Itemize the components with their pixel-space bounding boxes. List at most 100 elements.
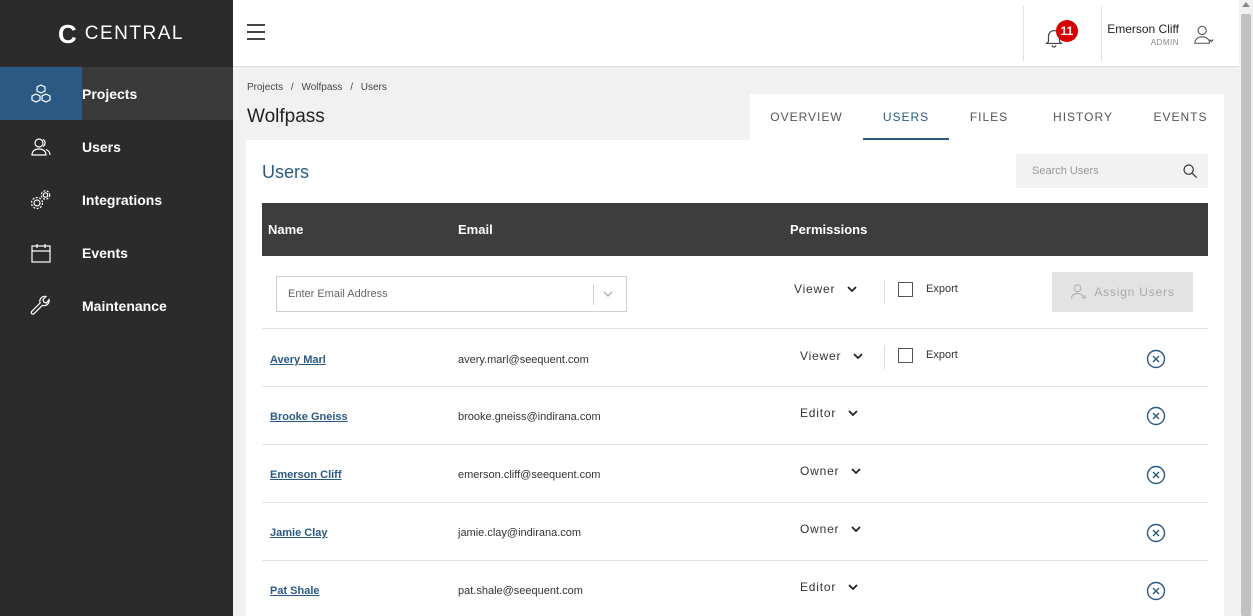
breadcrumb-separator: / xyxy=(290,82,294,93)
remove-user-icon[interactable] xyxy=(1146,465,1166,485)
header-email: Email xyxy=(458,222,493,237)
page-title: Wolfpass xyxy=(247,106,325,127)
user-name: Emerson Cliff xyxy=(1107,22,1179,36)
sidebar-item-label: Integrations xyxy=(82,191,163,208)
user-avatar-icon[interactable] xyxy=(1193,24,1215,46)
sidebar-item-label: Events xyxy=(82,244,128,261)
email-input[interactable] xyxy=(277,288,577,300)
remove-user-icon[interactable] xyxy=(1146,523,1166,543)
remove-user-icon[interactable] xyxy=(1146,349,1166,369)
user-name-link[interactable]: Jamie Clay xyxy=(270,527,327,539)
permission-value: Owner xyxy=(800,522,840,536)
permission-select[interactable]: Viewer xyxy=(794,282,857,296)
user-email: pat.shale@seequent.com xyxy=(458,585,583,597)
app-logo[interactable]: C CENTRAL xyxy=(0,0,233,67)
tab-overview[interactable]: OVERVIEW xyxy=(750,94,863,140)
card-title: Users xyxy=(262,162,310,182)
breadcrumb-projects[interactable]: Projects xyxy=(247,82,283,93)
permission-value: Editor xyxy=(800,580,837,594)
user-email: emerson.cliff@seequent.com xyxy=(458,469,601,481)
header-permissions: Permissions xyxy=(790,222,868,237)
topbar-divider xyxy=(1101,6,1102,61)
email-field[interactable] xyxy=(276,276,627,312)
chevron-down-icon[interactable] xyxy=(603,291,613,298)
chevron-down-icon xyxy=(853,352,863,359)
users-icon xyxy=(0,120,82,173)
chevron-down-icon xyxy=(848,583,858,590)
permission-value: Editor xyxy=(800,406,837,420)
cell-divider xyxy=(884,345,885,369)
add-user-icon xyxy=(1071,284,1087,300)
table-header: Name Email Permissions xyxy=(262,203,1208,256)
page-scrollbar[interactable] xyxy=(1239,0,1253,616)
chevron-down-icon xyxy=(847,285,857,292)
remove-user-icon[interactable] xyxy=(1146,406,1166,426)
user-role: ADMIN xyxy=(1150,38,1179,47)
tab-users[interactable]: USERS xyxy=(863,94,949,140)
gears-icon xyxy=(0,173,82,226)
sidebar-item-label: Users xyxy=(82,138,121,155)
sidebar-item-label: Maintenance xyxy=(82,297,167,314)
table-row: Brooke Gneiss brooke.gneiss@indirana.com… xyxy=(262,387,1208,445)
tab-history[interactable]: HISTORY xyxy=(1029,94,1137,140)
table-row: Avery Marl avery.marl@seequent.com Viewe… xyxy=(262,329,1208,387)
scroll-up-icon[interactable] xyxy=(1242,2,1250,7)
logo-text: CENTRAL xyxy=(84,22,184,44)
permission-select[interactable]: Viewer xyxy=(800,349,863,363)
search-icon[interactable] xyxy=(1182,163,1198,179)
assign-users-label: Assign Users xyxy=(1094,285,1175,299)
permission-value: Viewer xyxy=(800,349,842,363)
cubes-icon xyxy=(0,67,82,120)
chevron-down-icon xyxy=(851,525,861,532)
breadcrumb: Projects / Wolfpass / Users xyxy=(247,82,387,93)
permission-select[interactable]: Owner xyxy=(800,464,861,478)
sidebar-item-projects[interactable]: Projects xyxy=(0,67,233,120)
add-user-row: Viewer Export Assign Users xyxy=(262,256,1208,329)
tab-bar: OVERVIEW USERS FILES HISTORY EVENTS xyxy=(750,94,1224,140)
permission-value: Owner xyxy=(800,464,840,478)
header-name: Name xyxy=(268,222,304,237)
user-email: avery.marl@seequent.com xyxy=(458,354,589,366)
breadcrumb-wolfpass[interactable]: Wolfpass xyxy=(301,82,342,93)
user-name-link[interactable]: Avery Marl xyxy=(270,354,326,366)
sidebar-item-maintenance[interactable]: Maintenance xyxy=(0,279,233,332)
top-bar: 11 Emerson Cliff ADMIN xyxy=(233,0,1239,67)
breadcrumb-separator: / xyxy=(350,82,353,93)
search-box xyxy=(1016,154,1208,188)
chevron-down-icon xyxy=(851,467,861,474)
sidebar-item-users[interactable]: Users xyxy=(0,120,233,173)
permission-value: Viewer xyxy=(794,282,836,296)
user-name-link[interactable]: Pat Shale xyxy=(270,585,320,597)
export-label: Export xyxy=(926,283,958,295)
notification-badge[interactable]: 11 xyxy=(1056,20,1078,42)
sidebar: C CENTRAL Projects Users Integrations Ev… xyxy=(0,0,233,616)
sidebar-item-events[interactable]: Events xyxy=(0,226,233,279)
export-checkbox[interactable] xyxy=(898,348,913,363)
user-email: jamie.clay@indirana.com xyxy=(458,527,582,539)
input-divider xyxy=(593,285,594,305)
scroll-thumb[interactable] xyxy=(1241,14,1251,616)
search-input[interactable] xyxy=(1032,165,1162,177)
table-row: Jamie Clay jamie.clay@indirana.com Owner xyxy=(262,503,1208,561)
permission-select[interactable]: Editor xyxy=(800,580,858,594)
tab-events[interactable]: EVENTS xyxy=(1137,94,1224,140)
breadcrumb-users[interactable]: Users xyxy=(361,82,387,93)
users-card: Users Name Email Permissions Viewer Expo… xyxy=(246,140,1224,616)
user-menu[interactable]: Emerson Cliff ADMIN xyxy=(1107,22,1179,47)
chevron-down-icon xyxy=(848,409,858,416)
wrench-icon xyxy=(0,279,82,332)
tab-files[interactable]: FILES xyxy=(949,94,1029,140)
export-checkbox[interactable] xyxy=(898,282,913,297)
assign-users-button[interactable]: Assign Users xyxy=(1052,272,1193,312)
user-email: brooke.gneiss@indirana.com xyxy=(458,411,601,423)
remove-user-icon[interactable] xyxy=(1146,581,1166,601)
export-label: Export xyxy=(926,349,958,361)
permission-select[interactable]: Owner xyxy=(800,522,861,536)
sidebar-item-integrations[interactable]: Integrations xyxy=(0,173,233,226)
user-name-link[interactable]: Emerson Cliff xyxy=(270,469,342,481)
permission-select[interactable]: Editor xyxy=(800,406,858,420)
menu-icon[interactable] xyxy=(247,24,265,42)
user-name-link[interactable]: Brooke Gneiss xyxy=(270,411,348,423)
calendar-icon xyxy=(0,226,82,279)
table-row: Emerson Cliff emerson.cliff@seequent.com… xyxy=(262,445,1208,503)
